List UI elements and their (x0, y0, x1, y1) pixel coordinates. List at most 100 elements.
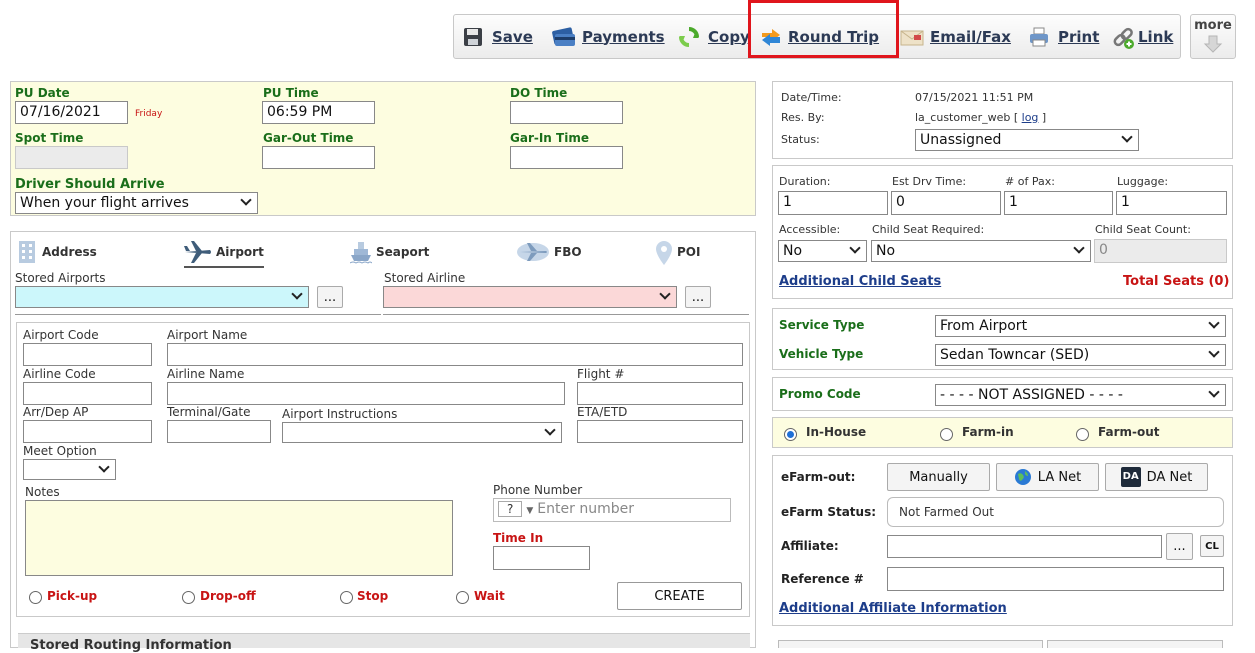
in-house-label: In-House (806, 425, 867, 439)
accessible-select[interactable]: No (778, 240, 867, 262)
duration-input[interactable]: 1 (778, 191, 888, 215)
arr-dep-input[interactable] (23, 420, 152, 443)
flight-no-input[interactable] (577, 382, 743, 405)
child-seat-value: No (876, 243, 896, 259)
luggage-input[interactable]: 1 (1116, 191, 1227, 215)
print-button[interactable]: Print (1028, 15, 1099, 58)
total-seats-text: Total Seats (0) (1123, 274, 1230, 289)
envelope-icon (900, 26, 924, 48)
save-button[interactable]: Save (462, 15, 533, 58)
est-drv-input[interactable]: 0 (891, 191, 1001, 215)
instructions-select[interactable] (282, 422, 562, 443)
pu-time-input[interactable]: 06:59 PM (262, 101, 375, 124)
gar-in-input[interactable] (510, 146, 623, 169)
airline-code-input[interactable] (23, 382, 152, 405)
notes-label: Notes (25, 485, 60, 499)
resby-close: ] (1041, 111, 1047, 124)
promo-code-select[interactable]: - - - - NOT ASSIGNED - - - - (935, 384, 1226, 406)
tab-airport-label: Airport (216, 245, 264, 259)
pu-date-input[interactable]: 07/16/2021 (15, 101, 128, 124)
airport-code-input[interactable] (23, 343, 152, 366)
in-house-radio[interactable] (784, 428, 797, 441)
stop-radio[interactable] (340, 591, 353, 604)
pickup-radio[interactable] (29, 591, 42, 604)
gar-out-label: Gar-Out Time (263, 131, 354, 145)
reference-input[interactable] (887, 567, 1224, 591)
gar-out-input[interactable] (262, 146, 375, 169)
resby-label: Res. By: (781, 111, 825, 124)
wait-label: Wait (474, 589, 505, 603)
terminal-input[interactable] (167, 420, 271, 443)
dropoff-radio[interactable] (182, 591, 195, 604)
stored-airports-browse-button[interactable]: ... (317, 286, 343, 308)
email-fax-button[interactable]: Email/Fax (900, 15, 1011, 58)
additional-child-seats-link[interactable]: Additional Child Seats (779, 274, 941, 289)
driver-arrive-select[interactable]: When your flight arrives (15, 192, 258, 214)
copy-button[interactable]: Copy (678, 15, 750, 58)
airplane-icon (184, 240, 212, 264)
meet-option-select[interactable] (23, 459, 116, 480)
create-button[interactable]: CREATE (617, 582, 742, 610)
phone-input[interactable]: ? ▼ Enter number (493, 498, 731, 522)
airline-name-input[interactable] (167, 382, 565, 405)
service-type-select[interactable]: From Airport (935, 315, 1226, 337)
airport-name-input[interactable] (167, 343, 743, 366)
tab-seaport[interactable]: Seaport (349, 240, 429, 264)
da-net-button[interactable]: DA DA Net (1105, 463, 1208, 491)
tab-address-label: Address (42, 245, 97, 259)
farm-in-radio[interactable] (940, 428, 953, 441)
caret-down-icon: ▼ (526, 506, 534, 516)
chevron-down-icon (849, 242, 861, 254)
tab-airport[interactable]: Airport (184, 240, 264, 268)
pu-day-text: Friday (135, 109, 163, 119)
building-icon (16, 240, 38, 264)
child-seat-select[interactable]: No (871, 240, 1091, 262)
status-select[interactable]: Unassigned (915, 129, 1139, 151)
tab-address[interactable]: Address (16, 240, 97, 264)
stored-airline-select[interactable] (383, 286, 677, 308)
chevron-down-icon (544, 424, 556, 436)
stored-airports-select[interactable] (15, 286, 309, 308)
email-fax-label: Email/Fax (930, 27, 1011, 46)
bottom-right-button[interactable] (1047, 640, 1223, 648)
driver-arrive-value: When your flight arrives (20, 195, 189, 211)
promo-code-label: Promo Code (779, 387, 861, 401)
farm-out-radio[interactable] (1076, 428, 1089, 441)
additional-affiliate-link[interactable]: Additional Affiliate Information (779, 601, 1007, 616)
wait-radio[interactable] (456, 591, 469, 604)
stored-routing-header[interactable]: Stored Routing Information (18, 633, 750, 653)
dropoff-label: Drop-off (200, 589, 256, 603)
log-link[interactable]: log (1022, 111, 1039, 124)
resby-row: la_customer_web [ log ] (915, 111, 1046, 124)
eta-etd-label: ETA/ETD (577, 405, 628, 419)
driver-arrive-label: Driver Should Arrive (15, 177, 165, 192)
save-label: Save (492, 27, 533, 46)
vehicle-type-select[interactable]: Sedan Towncar (SED) (935, 344, 1226, 366)
phone-country-select[interactable]: ? (498, 501, 523, 517)
stored-airline-browse-button[interactable]: ... (685, 286, 711, 308)
bottom-left-button[interactable] (778, 640, 1043, 648)
more-button[interactable]: more (1190, 14, 1236, 59)
efarm-status-value: Not Farmed Out (887, 497, 1224, 527)
manually-button[interactable]: Manually (887, 463, 990, 491)
affiliate-browse-button[interactable]: ... (1166, 533, 1193, 560)
stop-label: Stop (357, 589, 389, 603)
clear-affiliate-button[interactable]: CL (1200, 535, 1224, 557)
chevron-down-icon (1208, 317, 1220, 329)
copy-recycle-icon (678, 26, 700, 48)
promo-code-value: - - - - NOT ASSIGNED - - - - (940, 387, 1123, 403)
la-net-button[interactable]: LA Net (996, 463, 1099, 491)
link-button[interactable]: Link (1112, 15, 1173, 58)
duration-label: Duration: (779, 175, 831, 188)
payments-button[interactable]: Payments (552, 15, 665, 58)
jet-icon (516, 240, 550, 264)
affiliate-input[interactable] (887, 535, 1162, 558)
service-type-value: From Airport (940, 318, 1028, 334)
eta-etd-input[interactable] (577, 420, 743, 443)
do-time-input[interactable] (510, 101, 623, 124)
time-in-input[interactable] (493, 546, 590, 570)
tab-fbo[interactable]: FBO (516, 240, 582, 264)
notes-textarea[interactable] (25, 500, 453, 576)
pax-input[interactable]: 1 (1004, 191, 1113, 215)
tab-poi[interactable]: POI (655, 240, 700, 265)
